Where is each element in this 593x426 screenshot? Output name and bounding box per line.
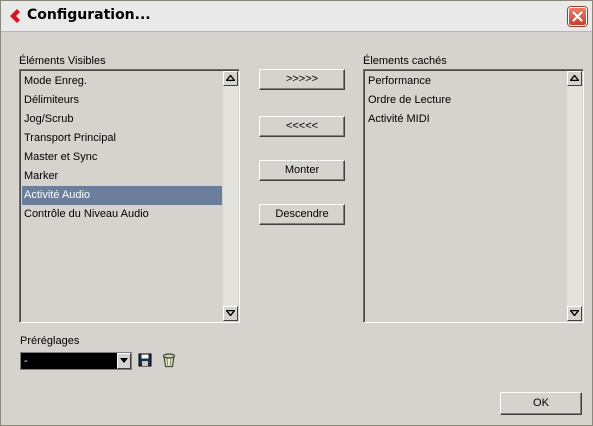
close-icon xyxy=(572,11,583,22)
list-item[interactable]: Marker xyxy=(22,167,222,186)
list-item[interactable]: Transport Principal xyxy=(22,129,222,148)
list-item[interactable]: Activité Audio xyxy=(22,186,222,205)
visible-list-scrollbar[interactable] xyxy=(223,71,238,321)
configuration-dialog: Configuration... Éléments Visibles Mode … xyxy=(0,0,593,426)
list-item[interactable]: Jog/Scrub xyxy=(22,110,222,129)
ok-button[interactable]: OK xyxy=(500,392,582,415)
list-item[interactable]: Mode Enreg. xyxy=(22,72,222,91)
arrow-down-icon xyxy=(226,310,235,316)
scroll-down-button[interactable] xyxy=(223,306,238,321)
hidden-items-label: Élements cachés xyxy=(363,55,447,67)
scroll-down-button[interactable] xyxy=(567,306,582,321)
list-item[interactable]: Activité MIDI xyxy=(366,110,566,129)
chevron-down-icon xyxy=(120,358,128,363)
presets-selected-value: - xyxy=(24,355,28,367)
presets-dropdown[interactable]: - xyxy=(20,352,132,370)
title-bar[interactable]: Configuration... xyxy=(1,1,592,32)
list-item[interactable]: Ordre de Lecture xyxy=(366,91,566,110)
list-item[interactable]: Délimiteurs xyxy=(22,91,222,110)
save-icon[interactable] xyxy=(138,353,154,369)
list-item[interactable]: Contrôle du Niveau Audio xyxy=(22,205,222,224)
presets-dropdown-arrow[interactable] xyxy=(117,353,131,369)
move-right-button[interactable]: >>>>> xyxy=(259,69,345,90)
scroll-up-button[interactable] xyxy=(567,71,582,86)
move-up-button[interactable]: Monter xyxy=(259,160,345,181)
list-item[interactable]: Performance xyxy=(366,72,566,91)
close-button[interactable] xyxy=(568,7,587,26)
move-left-button[interactable]: <<<<< xyxy=(259,116,345,137)
scroll-up-button[interactable] xyxy=(223,71,238,86)
arrow-up-icon xyxy=(570,75,579,81)
trash-icon[interactable] xyxy=(162,352,178,368)
visible-items-label: Éléments Visibles xyxy=(19,55,106,67)
arrow-down-icon xyxy=(570,310,579,316)
hidden-list-scrollbar[interactable] xyxy=(567,71,582,321)
window-title: Configuration... xyxy=(27,7,151,23)
arrow-up-icon xyxy=(226,75,235,81)
move-down-button[interactable]: Descendre xyxy=(259,204,345,225)
steinberg-logo-icon xyxy=(8,8,22,24)
hidden-items-list[interactable]: Performance Ordre de Lecture Activité MIDI xyxy=(363,69,584,323)
visible-items-list[interactable]: Mode Enreg. Délimiteurs Jog/Scrub Transport… xyxy=(19,69,240,323)
presets-label: Préréglages xyxy=(20,335,80,347)
list-item[interactable]: Master et Sync xyxy=(22,148,222,167)
